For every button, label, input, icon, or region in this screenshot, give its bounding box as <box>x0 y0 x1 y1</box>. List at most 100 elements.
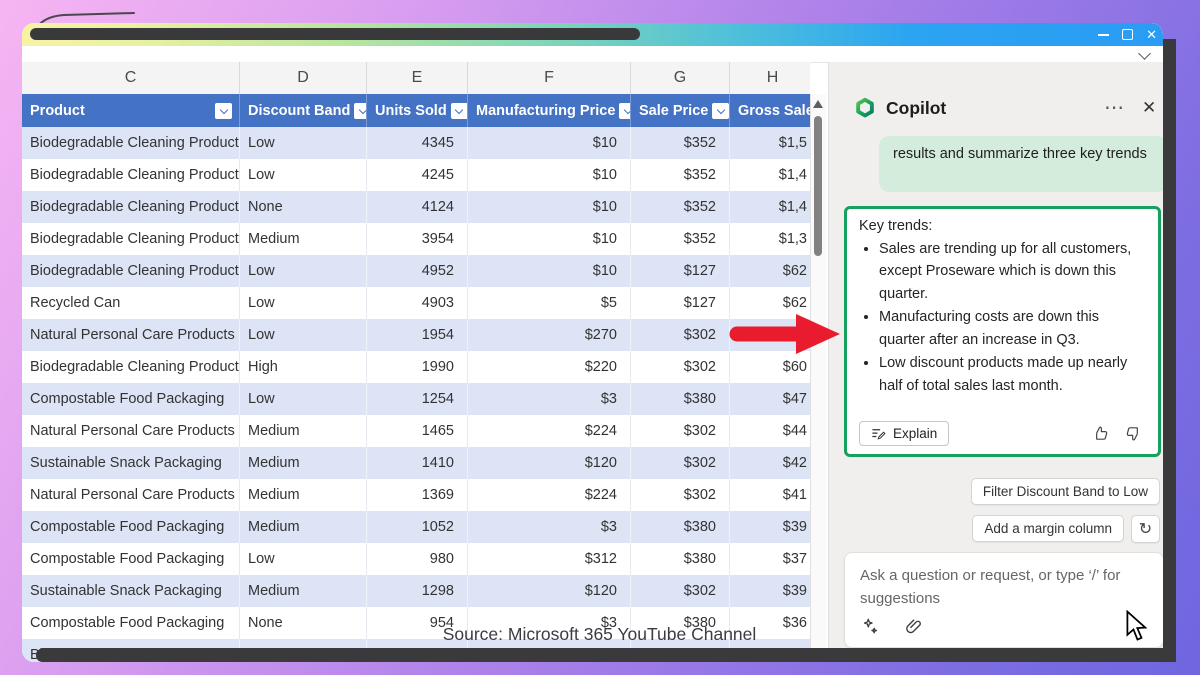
vertical-scrollbar[interactable] <box>810 94 826 648</box>
cell-units-sold[interactable]: 1254 <box>367 383 468 415</box>
cell-units-sold[interactable]: 980 <box>367 543 468 575</box>
cell-product[interactable]: Compostable Food Packaging <box>22 511 240 543</box>
cell-product[interactable]: Biodegradable Cleaning Products <box>22 191 240 223</box>
table-header-cell[interactable]: Gross Sales <box>730 94 810 127</box>
cell-gross-sales[interactable]: $62 <box>730 255 810 287</box>
thumbs-down-icon[interactable] <box>1125 425 1142 442</box>
column-letter[interactable]: D <box>240 62 367 94</box>
cell-discount-band[interactable]: Low <box>240 287 367 319</box>
cell-units-sold[interactable]: 1298 <box>367 575 468 607</box>
table-row[interactable]: Biodegradable Cleaning Products Low 4345… <box>22 127 810 159</box>
cell-product[interactable]: Compostable Food Packaging <box>22 543 240 575</box>
table-header-cell[interactable]: Manufacturing Price <box>468 94 631 127</box>
cell-discount-band[interactable]: Medium <box>240 223 367 255</box>
cell-discount-band[interactable]: None <box>240 191 367 223</box>
cell-discount-band[interactable]: Medium <box>240 511 367 543</box>
cell-units-sold[interactable]: 1052 <box>367 511 468 543</box>
cell-units-sold[interactable]: 4903 <box>367 287 468 319</box>
cell-sale-price[interactable]: $302 <box>631 415 730 447</box>
cell-manufacturing-price[interactable]: $312 <box>468 543 631 575</box>
cell-sale-price[interactable]: $380 <box>631 543 730 575</box>
cell-discount-band[interactable]: Medium <box>240 415 367 447</box>
table-row[interactable]: Biodegradable Cleaning Products Medium 3… <box>22 223 810 255</box>
cell-product[interactable]: Compostable Food Packaging <box>22 383 240 415</box>
cell-product[interactable]: Recycled Can <box>22 287 240 319</box>
cell-sale-price[interactable]: $302 <box>631 575 730 607</box>
cell-manufacturing-price[interactable]: $120 <box>468 447 631 479</box>
cell-manufacturing-price[interactable]: $220 <box>468 351 631 383</box>
cell-manufacturing-price[interactable]: $10 <box>468 191 631 223</box>
column-letter[interactable]: G <box>631 62 730 94</box>
cell-discount-band[interactable]: Low <box>240 319 367 351</box>
cell-units-sold[interactable]: 4124 <box>367 191 468 223</box>
cell-gross-sales[interactable]: $37 <box>730 543 810 575</box>
scrollbar-thumb[interactable] <box>814 116 822 256</box>
cell-manufacturing-price[interactable]: $270 <box>468 319 631 351</box>
column-letter[interactable]: F <box>468 62 631 94</box>
cell-discount-band[interactable]: Low <box>240 255 367 287</box>
table-row[interactable]: Natural Personal Care Products Medium 13… <box>22 479 810 511</box>
cell-sale-price[interactable]: $352 <box>631 191 730 223</box>
cell-units-sold[interactable]: 1410 <box>367 447 468 479</box>
cell-discount-band[interactable]: Low <box>240 127 367 159</box>
cell-gross-sales[interactable]: $42 <box>730 447 810 479</box>
refresh-suggestions-button[interactable]: ↻ <box>1131 515 1160 543</box>
table-header-cell[interactable]: Product <box>22 94 240 127</box>
cell-sale-price[interactable]: $352 <box>631 159 730 191</box>
table-row[interactable]: Sustainable Snack Packaging Medium 1410 … <box>22 447 810 479</box>
cell-product[interactable]: Biodegradable Cleaning Products <box>22 351 240 383</box>
cell-discount-band[interactable]: Low <box>240 159 367 191</box>
cell-manufacturing-price[interactable]: $120 <box>468 575 631 607</box>
table-row[interactable]: Compostable Food Packaging Low 980 $312 … <box>22 543 810 575</box>
suggestion-chip-margin[interactable]: Add a margin column <box>972 515 1124 542</box>
cell-gross-sales[interactable]: $39 <box>730 575 810 607</box>
thumbs-up-icon[interactable] <box>1092 425 1109 442</box>
copilot-close-icon[interactable]: ✕ <box>1142 98 1156 118</box>
table-row[interactable]: Biodegradable Cleaning Products High 199… <box>22 351 810 383</box>
table-row[interactable]: Natural Personal Care Products Low 1954 … <box>22 319 810 351</box>
cell-manufacturing-price[interactable]: $10 <box>468 223 631 255</box>
cell-gross-sales[interactable]: $44 <box>730 415 810 447</box>
cell-gross-sales[interactable]: $39 <box>730 511 810 543</box>
filter-dropdown-button[interactable] <box>451 103 468 119</box>
suggestion-chip-filter[interactable]: Filter Discount Band to Low <box>971 478 1160 505</box>
filter-dropdown-button[interactable] <box>712 103 729 119</box>
cell-sale-price[interactable]: $127 <box>631 255 730 287</box>
cell-discount-band[interactable]: Low <box>240 543 367 575</box>
cell-units-sold[interactable]: 1465 <box>367 415 468 447</box>
cell-discount-band[interactable]: High <box>240 351 367 383</box>
table-header-cell[interactable]: Sale Price <box>631 94 730 127</box>
cell-manufacturing-price[interactable]: $10 <box>468 127 631 159</box>
table-row[interactable]: Sustainable Snack Packaging Medium 1298 … <box>22 575 810 607</box>
cell-product[interactable]: Natural Personal Care Products <box>22 415 240 447</box>
column-letter[interactable]: H <box>730 62 810 94</box>
cell-units-sold[interactable]: 4245 <box>367 159 468 191</box>
cell-sale-price[interactable]: $352 <box>631 127 730 159</box>
cell-discount-band[interactable]: Low <box>240 383 367 415</box>
filter-dropdown-button[interactable] <box>215 103 232 119</box>
cell-sale-price[interactable]: $302 <box>631 479 730 511</box>
cell-product[interactable]: Natural Personal Care Products <box>22 479 240 511</box>
explain-button[interactable]: Explain <box>859 421 949 446</box>
cell-sale-price[interactable]: $302 <box>631 319 730 351</box>
cell-product[interactable]: Biodegradable Cleaning Products <box>22 255 240 287</box>
scroll-up-arrow-icon[interactable] <box>813 100 823 108</box>
cell-product[interactable]: Sustainable Snack Packaging <box>22 447 240 479</box>
cell-gross-sales[interactable]: $47 <box>730 383 810 415</box>
cell-product[interactable]: Biodegradable Cleaning Products <box>22 127 240 159</box>
cell-sale-price[interactable]: $380 <box>631 511 730 543</box>
cell-units-sold[interactable]: 1954 <box>367 319 468 351</box>
cell-manufacturing-price[interactable]: $10 <box>468 255 631 287</box>
cell-sale-price[interactable]: $302 <box>631 351 730 383</box>
cell-manufacturing-price[interactable]: $10 <box>468 159 631 191</box>
cell-discount-band[interactable]: Medium <box>240 447 367 479</box>
cell-manufacturing-price[interactable]: $5 <box>468 287 631 319</box>
table-row[interactable]: Biodegradable Cleaning Products Low 4245… <box>22 159 810 191</box>
cell-manufacturing-price[interactable]: $224 <box>468 479 631 511</box>
cell-gross-sales[interactable]: $1,4 <box>730 159 810 191</box>
cell-sale-price[interactable]: $352 <box>631 223 730 255</box>
table-row[interactable]: Compostable Food Packaging Medium 1052 $… <box>22 511 810 543</box>
cell-gross-sales[interactable]: $1,5 <box>730 127 810 159</box>
table-row[interactable]: Biodegradable Cleaning Products None 412… <box>22 191 810 223</box>
cell-gross-sales[interactable]: $41 <box>730 479 810 511</box>
